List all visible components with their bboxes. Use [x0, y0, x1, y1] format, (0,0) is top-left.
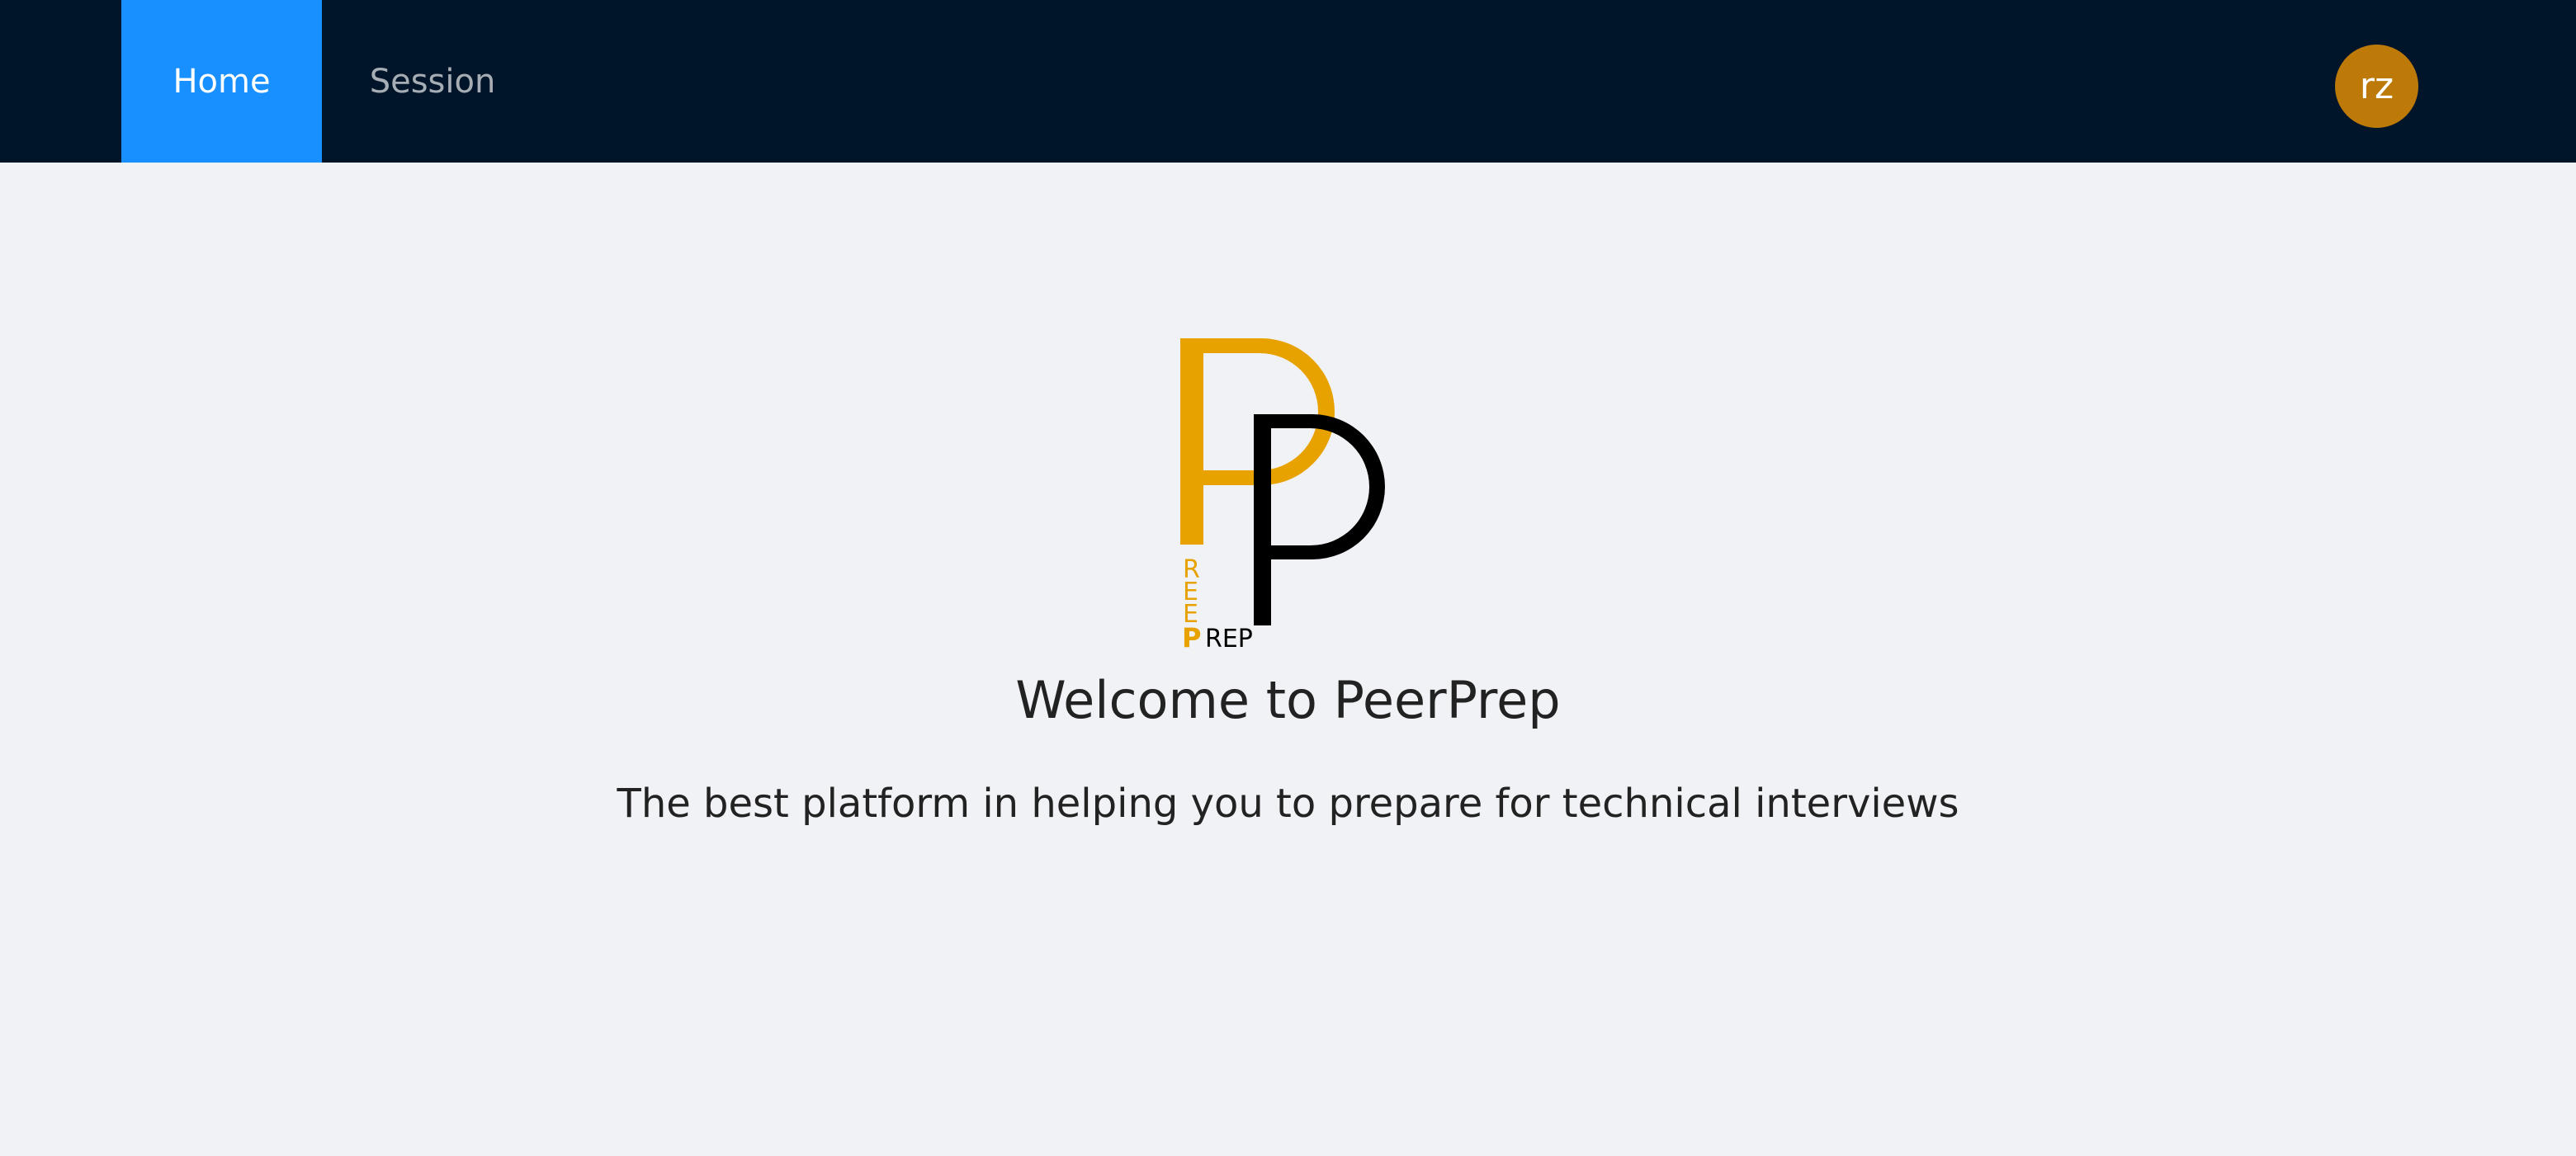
- nav-item-home[interactable]: Home: [121, 0, 322, 163]
- top-navbar: Home Session rz: [0, 0, 2576, 163]
- logo-word-rep: REP: [1205, 625, 1253, 653]
- nav-item-home-label: Home: [173, 62, 271, 101]
- page-subtitle: The best platform in helping you to prep…: [617, 781, 1959, 827]
- avatar-initials: rz: [2359, 65, 2394, 107]
- main-nav: Home Session: [121, 0, 543, 163]
- peerprep-logo: R E E P REP: [1180, 328, 1444, 658]
- user-avatar[interactable]: rz: [2335, 45, 2418, 128]
- peerprep-logo-graphic: R E E P REP: [1180, 338, 1385, 653]
- logo-letter-bold-p: P: [1182, 622, 1201, 653]
- page-title: Welcome to PeerPrep: [1015, 670, 1561, 730]
- nav-item-session-label: Session: [369, 62, 496, 101]
- nav-item-session[interactable]: Session: [322, 0, 543, 163]
